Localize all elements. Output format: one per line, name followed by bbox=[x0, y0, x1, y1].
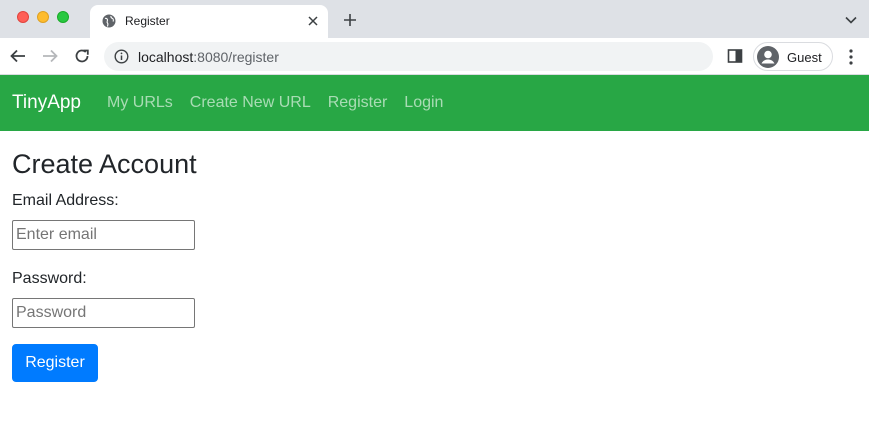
window-minimize-button[interactable] bbox=[37, 11, 49, 23]
kebab-menu-icon[interactable] bbox=[845, 48, 857, 66]
window-close-button[interactable] bbox=[17, 11, 29, 23]
plus-icon[interactable] bbox=[341, 11, 359, 29]
register-button[interactable]: Register bbox=[12, 344, 98, 382]
arrow-left-icon[interactable] bbox=[8, 46, 28, 66]
arrow-right-icon[interactable] bbox=[40, 46, 60, 66]
nav-link-login[interactable]: Login bbox=[404, 94, 443, 112]
password-field[interactable] bbox=[12, 298, 195, 328]
reload-icon[interactable] bbox=[72, 46, 92, 66]
register-page: Create Account Email Address: Password: … bbox=[12, 148, 512, 382]
profile-button[interactable]: Guest bbox=[753, 42, 833, 71]
avatar bbox=[757, 46, 779, 68]
nav-links: My URLs Create New URL Register Login bbox=[107, 94, 460, 112]
address-path: :8080/register bbox=[193, 49, 279, 65]
browser-tab-strip: Register bbox=[0, 0, 869, 38]
globe-icon bbox=[102, 14, 116, 28]
browser-toolbar: localhost:8080/register Guest bbox=[0, 38, 869, 75]
page-title: Create Account bbox=[12, 149, 197, 179]
register-form: Email Address: Password: Register bbox=[12, 192, 512, 382]
address-url: localhost:8080/register bbox=[138, 49, 279, 65]
email-label: Email Address: bbox=[12, 192, 119, 209]
window-maximize-button[interactable] bbox=[57, 11, 69, 23]
profile-name: Guest bbox=[787, 50, 822, 65]
side-panel-icon[interactable] bbox=[727, 48, 743, 64]
app-navbar: TinyApp My URLs Create New URL Register … bbox=[0, 75, 869, 131]
nav-link-create-new-url[interactable]: Create New URL bbox=[190, 94, 311, 112]
tab-title: Register bbox=[125, 14, 170, 28]
close-icon[interactable] bbox=[304, 12, 322, 30]
address-bar[interactable]: localhost:8080/register bbox=[104, 42, 713, 71]
nav-link-register[interactable]: Register bbox=[328, 94, 388, 112]
email-field[interactable] bbox=[12, 220, 195, 250]
browser-tab[interactable]: Register bbox=[90, 5, 328, 38]
brand-link[interactable]: TinyApp bbox=[12, 92, 81, 114]
info-icon[interactable] bbox=[114, 49, 129, 64]
chevron-down-icon[interactable] bbox=[843, 12, 859, 28]
address-host: localhost bbox=[138, 49, 194, 65]
password-label: Password: bbox=[12, 270, 87, 287]
nav-link-my-urls[interactable]: My URLs bbox=[107, 94, 173, 112]
